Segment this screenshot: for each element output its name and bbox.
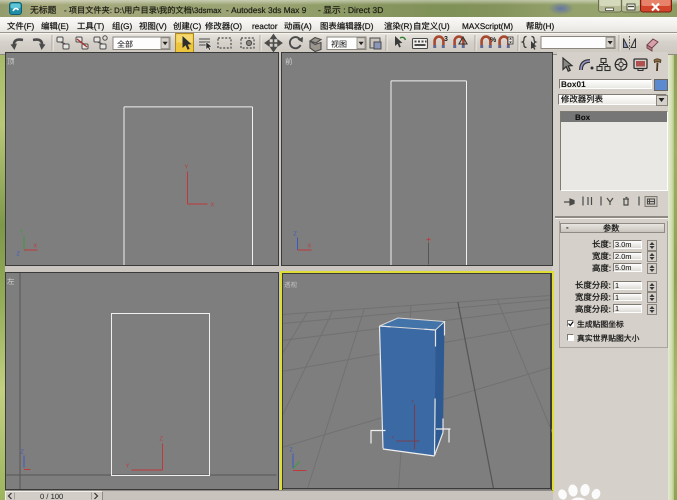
svg-text:Z: Z bbox=[21, 450, 25, 456]
svg-text:Y: Y bbox=[185, 165, 189, 171]
svg-text:X: X bbox=[308, 244, 312, 250]
svg-text:Z: Z bbox=[160, 437, 164, 443]
svg-text:Z: Z bbox=[290, 448, 294, 454]
svg-text:%: % bbox=[490, 37, 497, 44]
svg-text:Y: Y bbox=[126, 464, 130, 470]
svg-text:Z: Z bbox=[294, 232, 298, 238]
svg-text:X: X bbox=[34, 244, 38, 250]
svg-text:Y: Y bbox=[20, 230, 24, 236]
svg-text:3: 3 bbox=[444, 36, 448, 43]
svg-text:X: X bbox=[211, 203, 215, 209]
svg-text:Z: Z bbox=[17, 252, 21, 258]
